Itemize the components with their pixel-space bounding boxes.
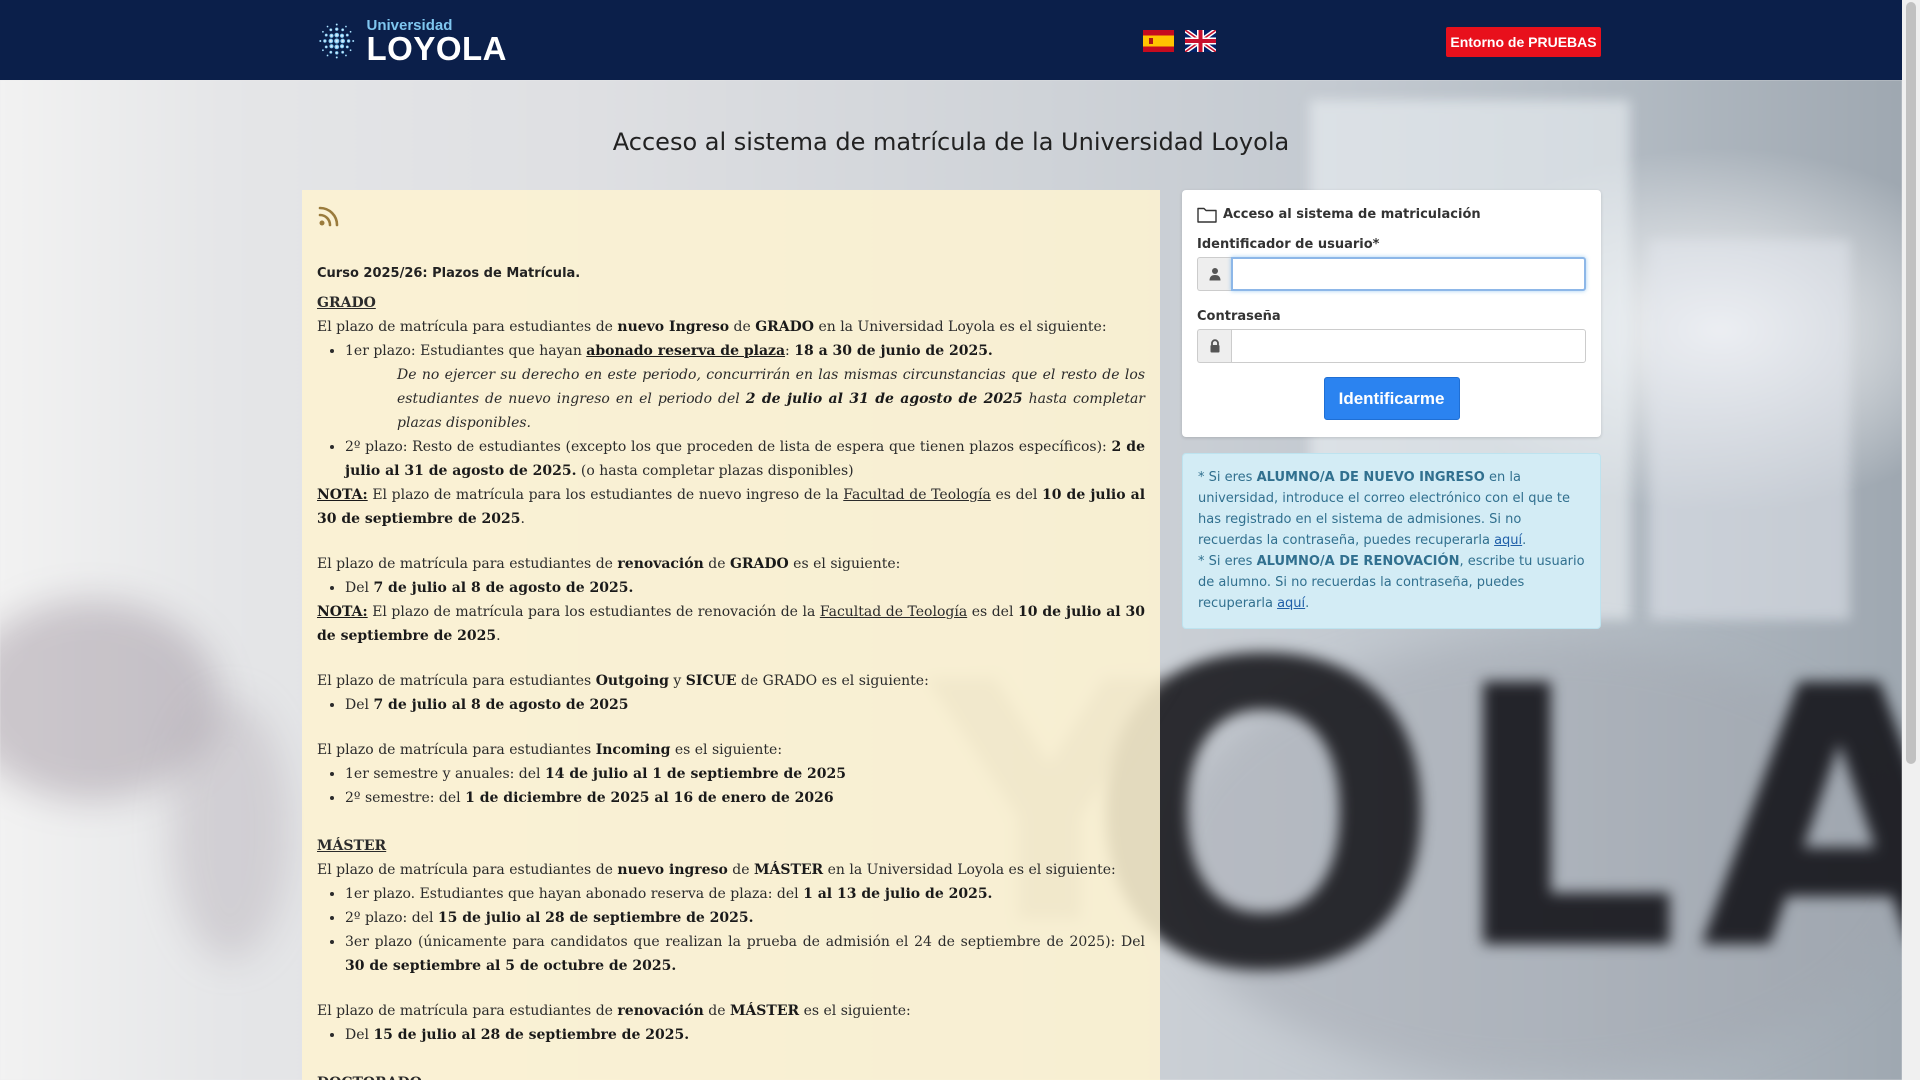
spanish-flag-icon[interactable]	[1143, 30, 1174, 52]
username-input[interactable]	[1231, 257, 1586, 291]
section-title-doctorado: DOCTORADO	[317, 1071, 1145, 1080]
grado-nota-1: NOTA: El plazo de matrícula para los est…	[317, 487, 1146, 527]
teologia-link[interactable]: Facultad de Teología	[843, 487, 991, 503]
list-item: 1er plazo: Estudiantes que hayan abonado…	[345, 339, 1145, 363]
list-item: Del 15 de julio al 28 de septiembre de 2…	[345, 1023, 1145, 1047]
list-item: 2º plazo: Resto de estudiantes (excepto …	[345, 435, 1145, 483]
list-item: 2º semestre: del 1 de diciembre de 2025 …	[345, 786, 1145, 810]
logo-globe-icon	[319, 23, 355, 59]
enrollment-news-panel: Curso 2025/26: Plazos de Matrícula. GRAD…	[302, 190, 1160, 1080]
news-heading: Curso 2025/26: Plazos de Matrícula.	[317, 266, 581, 281]
list-item: 2º plazo: del 15 de julio al 28 de septi…	[345, 906, 1145, 930]
user-icon	[1209, 268, 1220, 281]
section-title-master: MÁSTER	[317, 838, 387, 854]
password-input[interactable]	[1231, 329, 1586, 363]
password-label: Contraseña	[1197, 309, 1281, 324]
logo-big-text: LOYOLA	[366, 29, 507, 67]
list-item: Del 7 de julio al 8 de agosto de 2025	[345, 693, 1145, 717]
grado-new-list: 1er plazo: Estudiantes que hayan abonado…	[345, 339, 1145, 363]
page-title: Acceso al sistema de matrícula de la Uni…	[612, 128, 1290, 156]
username-label: Identificador de usuario*	[1197, 237, 1380, 252]
list-item: 1er semestre y anuales: del 14 de julio …	[345, 762, 1145, 786]
grado-note-italic: De no ejercer su derecho en este periodo…	[397, 367, 1145, 431]
list-item: 3er plazo (únicamente para candidatos qu…	[345, 930, 1145, 978]
rss-icon[interactable]	[317, 204, 341, 228]
grado-nota-2: NOTA: El plazo de matrícula para los est…	[317, 604, 1146, 644]
login-card: Acceso al sistema de matriculación Ident…	[1182, 190, 1601, 437]
info-new-students: * Si eres ALUMNO/A DE NUEVO INGRESO en l…	[1198, 470, 1570, 548]
login-card-title: Acceso al sistema de matriculación	[1223, 207, 1481, 222]
info-renewal-students: * Si eres ALUMNO/A DE RENOVACIÓN, escrib…	[1198, 554, 1585, 611]
list-item: Del 7 de julio al 8 de agosto de 2025.	[345, 576, 1145, 600]
master-intro: El plazo de matrícula para estudiantes d…	[317, 862, 1116, 878]
uk-flag-icon[interactable]	[1185, 30, 1216, 52]
test-environment-button[interactable]: Entorno de PRUEBAS	[1446, 27, 1601, 57]
section-title-grado: GRADO	[317, 295, 376, 311]
folder-icon	[1197, 207, 1217, 223]
username-input-group	[1197, 257, 1586, 291]
recover-password-link[interactable]: aquí	[1277, 596, 1305, 611]
scrollbar-thumb[interactable]	[1906, 2, 1916, 764]
recover-password-link[interactable]: aquí	[1494, 533, 1522, 548]
top-navbar: Universidad LOYOLA Entorno de PRUEBAS	[0, 0, 1902, 80]
university-logo[interactable]: Universidad LOYOLA	[317, 10, 507, 72]
password-input-group	[1197, 329, 1586, 363]
list-item: 1er plazo. Estudiantes que hayan abonado…	[345, 882, 1145, 906]
master-renovacion-intro: El plazo de matrícula para estudiantes d…	[317, 1003, 911, 1019]
incoming-intro: El plazo de matrícula para estudiantes I…	[317, 742, 783, 758]
grado-renovacion-intro: El plazo de matrícula para estudiantes d…	[317, 556, 901, 572]
teologia-link[interactable]: Facultad de Teología	[820, 604, 967, 620]
outgoing-intro: El plazo de matrícula para estudiantes O…	[317, 673, 929, 689]
lock-icon	[1210, 339, 1219, 353]
grado-intro: El plazo de matrícula para estudiantes d…	[317, 319, 1107, 335]
page-scrollbar[interactable]	[1902, 0, 1920, 1080]
login-help-info: * Si eres ALUMNO/A DE NUEVO INGRESO en l…	[1182, 453, 1601, 629]
login-submit-button[interactable]: Identificarme	[1323, 377, 1460, 420]
